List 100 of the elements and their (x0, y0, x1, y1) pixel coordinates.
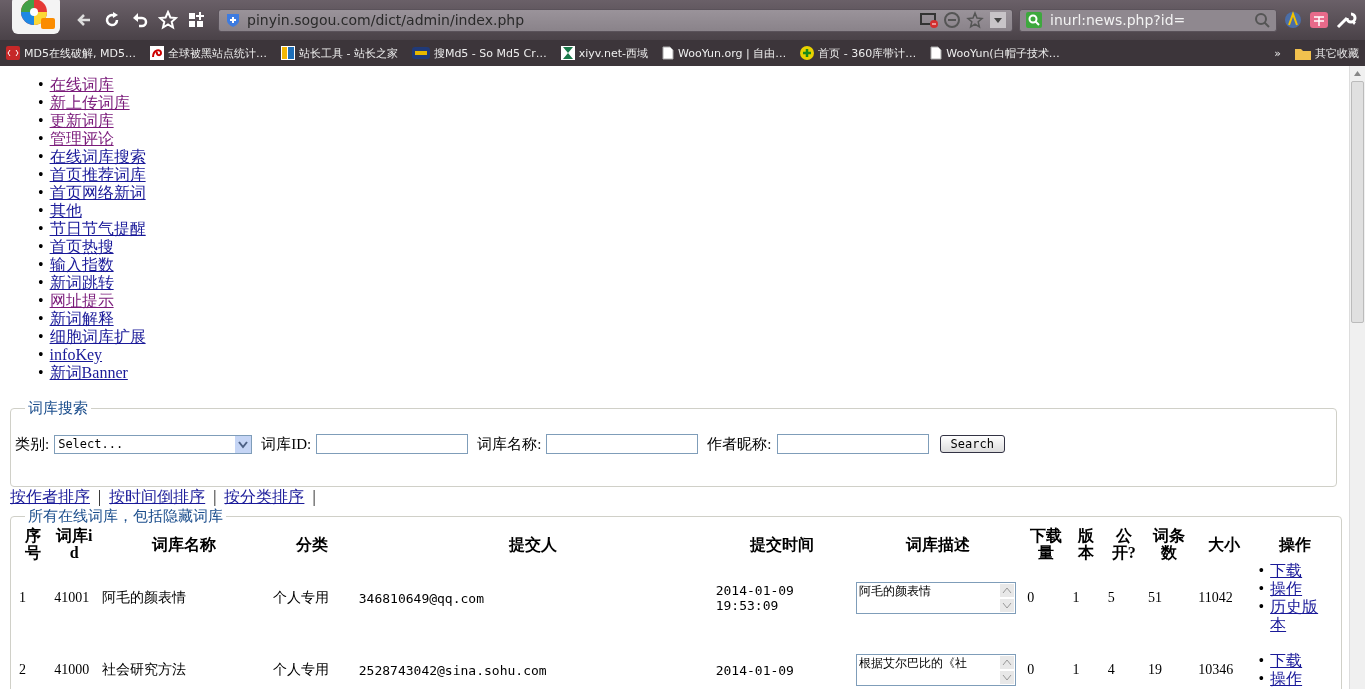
input-field[interactable] (776, 434, 929, 454)
input-field[interactable] (546, 434, 699, 454)
table-cell-text: 2014-01-09 (714, 661, 795, 680)
bullet: • (1258, 562, 1265, 580)
table-cell-text: 0 (1026, 589, 1036, 607)
column-header: 下载量 (1028, 526, 1063, 562)
nav-link[interactable]: 在线词库搜索 (49, 148, 146, 166)
table-cell-text: 1 (1071, 589, 1081, 607)
ticket-icon[interactable] (1309, 10, 1329, 30)
action-link[interactable]: 操作 (1270, 580, 1303, 598)
sort-link[interactable]: 按分类排序 (224, 488, 305, 506)
bookmark-link[interactable]: 站长工具 - 站长之家 (280, 45, 398, 61)
nav-link[interactable]: 新词解释 (49, 310, 114, 328)
bookmark-link[interactable]: WooYun(白帽子技术… (930, 45, 1060, 61)
nav-link[interactable]: 在线词库 (49, 76, 114, 94)
bullet: • (38, 292, 44, 310)
table-cell-text: 19 (1146, 661, 1163, 679)
sort-link[interactable]: 按时间倒排序 (109, 488, 206, 506)
nav-link[interactable]: 输入指数 (49, 256, 114, 274)
md5-icon (411, 47, 430, 59)
browser-logo-icon[interactable] (10, 0, 62, 36)
dropdown-icon[interactable] (990, 12, 1006, 28)
nav-link[interactable]: 细胞词库扩展 (49, 328, 146, 346)
column-header: 提交时间 (748, 534, 816, 555)
scrollbar[interactable] (1349, 66, 1365, 689)
search-button[interactable]: Search (939, 435, 1005, 453)
nav-link[interactable]: 节日节气提醒 (49, 220, 146, 238)
bookmark-folder[interactable]: 其它收藏 (1295, 45, 1359, 61)
table-cell-text: 41001 (53, 589, 91, 607)
page-icon (930, 46, 943, 60)
bookmark-link[interactable]: WooYun.org | 自由… (661, 45, 787, 61)
scroll-arrows-icon (1000, 584, 1015, 612)
bullet: • (38, 112, 44, 130)
link-separator: | (312, 488, 316, 506)
grid-icon[interactable] (186, 10, 206, 30)
bookmark-link[interactable]: xiyv.net-西域 (560, 45, 648, 61)
plus-icon (800, 46, 815, 60)
column-header: 分类 (295, 534, 330, 555)
extension-icon[interactable] (1283, 10, 1303, 30)
column-header: 序号 (23, 526, 42, 562)
column-header: 词库描述 (904, 534, 971, 555)
sort-link[interactable]: 按作者排序 (10, 488, 90, 506)
field-label: 词库名称: (477, 434, 542, 454)
link-separator: | (213, 488, 217, 506)
bookmark-link[interactable]: 搜Md5 - So Md5 Cr… (411, 45, 547, 61)
link-separator: | (98, 488, 102, 506)
table-cell-text: 社会研究方法 (101, 661, 188, 679)
bookmark-link[interactable]: 首页 - 360库带计… (800, 45, 917, 61)
bullet: • (38, 76, 44, 94)
nav-link[interactable]: 首页网络新词 (49, 184, 146, 202)
nav-link[interactable]: 管理评论 (49, 130, 114, 148)
field-label: 作者昵称: (707, 434, 772, 454)
panel-legend: 词库搜索 (25, 399, 91, 418)
table-cell-text: 个人专用 (272, 589, 331, 607)
nav-link[interactable]: 其他 (49, 202, 82, 220)
bullet: • (38, 364, 44, 382)
table-cell-text: 个人专用 (272, 661, 331, 679)
address-bar[interactable]: pinyin.sogou.com/dict/admin/index.php (218, 8, 1013, 32)
action-link[interactable]: 操作 (1270, 670, 1303, 688)
column-header: 操作 (1254, 526, 1335, 562)
star-icon[interactable] (966, 11, 984, 29)
nav-link[interactable]: 网址提示 (49, 292, 114, 310)
table-cell-text: 0 (1026, 661, 1036, 679)
action-link[interactable]: 下载 (1270, 562, 1303, 580)
action-link[interactable]: 历史版本 (1270, 598, 1331, 634)
code-icon (6, 46, 20, 60)
nav-link[interactable]: 新词Banner (49, 364, 128, 382)
bullet: • (38, 256, 44, 274)
scroll-arrows-icon (1000, 656, 1015, 684)
category-select[interactable]: Select... (54, 434, 253, 454)
column-header: 词库名称 (150, 534, 217, 555)
action-link[interactable]: 下载 (1270, 652, 1303, 670)
nav-link[interactable]: 新词跳转 (49, 274, 114, 292)
nav-link[interactable]: 首页推荐词库 (49, 166, 146, 184)
bookmark-link[interactable]: 全球被黑站点统计… (149, 45, 267, 61)
bookmark-link[interactable]: MD5在线破解, MD5… (6, 45, 136, 61)
column-header: 提交人 (507, 534, 559, 555)
nav-link[interactable]: 首页热搜 (49, 238, 114, 256)
nav-link[interactable]: 新上传词库 (49, 94, 130, 112)
panel-legend: 所有在线词库，包括隐藏词库 (25, 507, 226, 526)
table-cell-text: 4 (1106, 661, 1116, 679)
bullet: • (38, 130, 44, 148)
hourglass-icon (560, 46, 575, 60)
table-cell-text: 1 (18, 589, 27, 607)
table-cell-text: 2528743042@sina.sohu.com (357, 661, 548, 680)
shield-icon (225, 12, 241, 28)
nav-link[interactable]: infoKey (49, 346, 103, 364)
description-field[interactable]: 根据艾尔巴比的《社 (856, 654, 1017, 686)
input-field[interactable] (316, 434, 469, 454)
bullet: • (38, 220, 44, 238)
bullet: • (38, 346, 44, 364)
bullet: • (38, 274, 44, 292)
description-field[interactable]: 阿毛的颜表情 (856, 582, 1017, 614)
bullet: • (38, 238, 44, 256)
blocked-window-icon[interactable] (920, 12, 938, 28)
nav-link[interactable]: 更新词库 (49, 112, 114, 130)
table-cell-text: 10346 (1197, 661, 1235, 679)
column-header: 词条数 (1151, 526, 1187, 562)
table-cell-text: 2014-01-09 19:53:09 (714, 582, 795, 615)
overflow-chevron[interactable]: » (1274, 46, 1281, 60)
